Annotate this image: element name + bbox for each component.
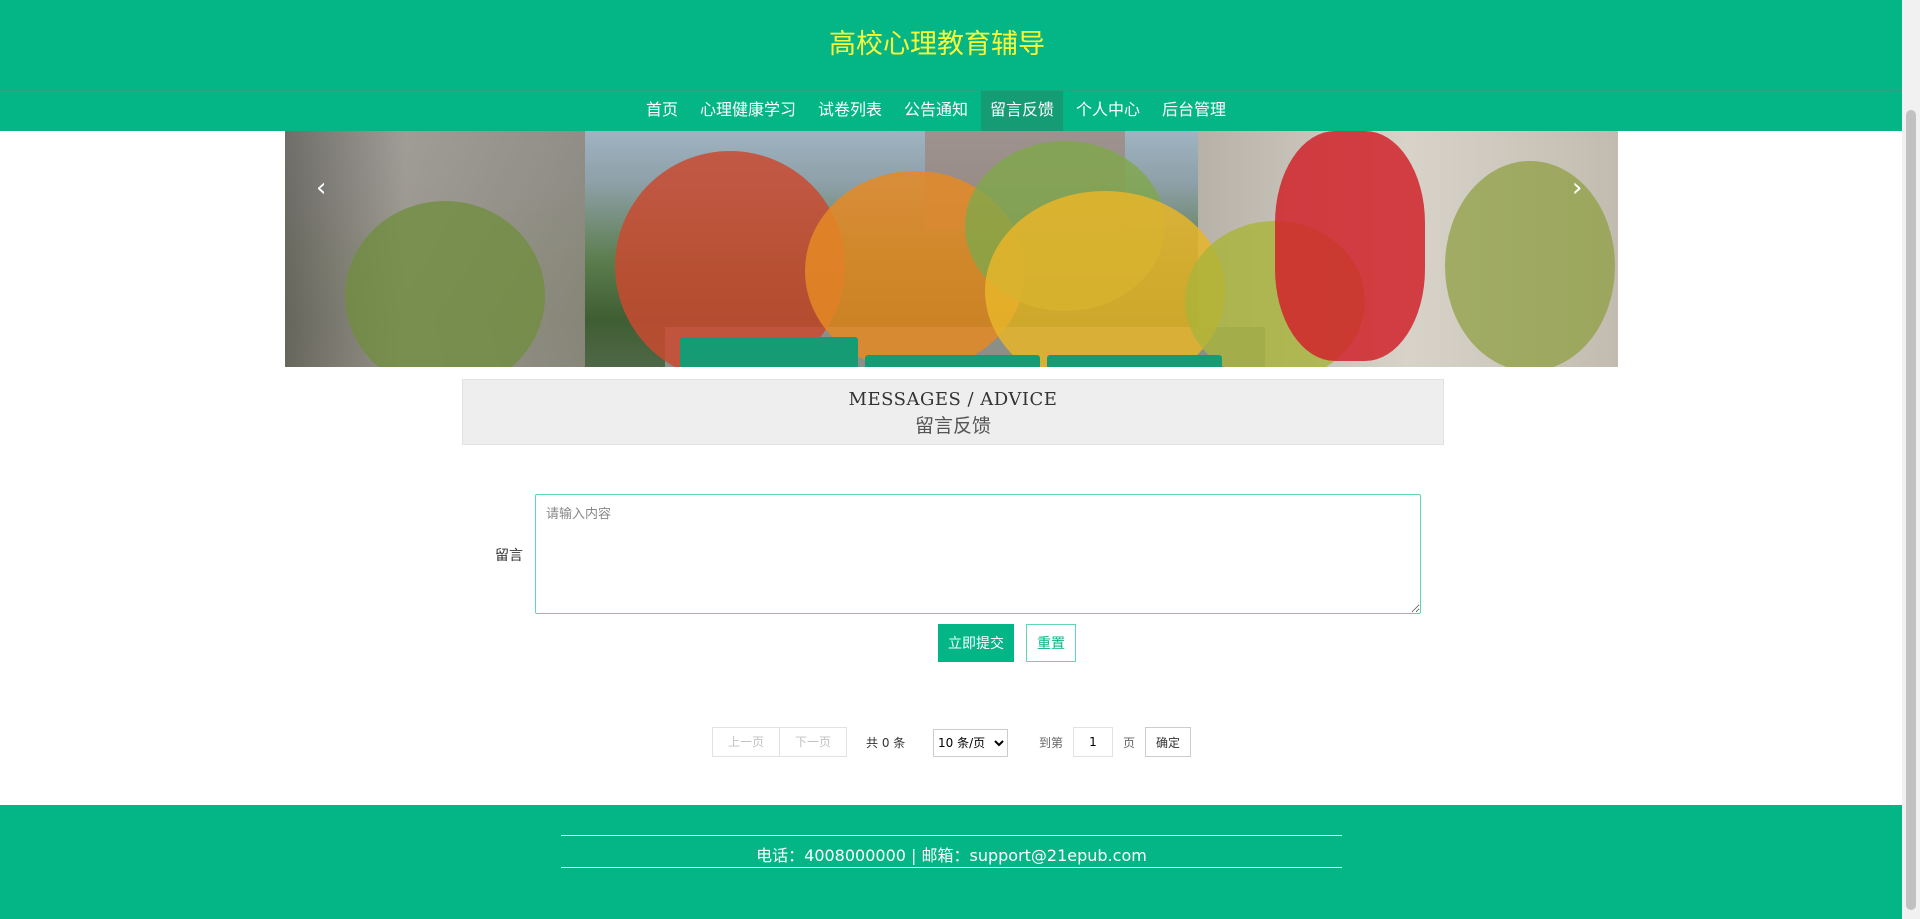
banner-tree xyxy=(1445,161,1615,367)
nav-item-mental-health[interactable]: 心理健康学习 xyxy=(691,91,805,132)
goto-label: 到第 xyxy=(1039,736,1064,750)
banner-tab[interactable] xyxy=(1047,355,1222,367)
total-count: 共 0 条 xyxy=(866,736,906,750)
nav-item-home[interactable]: 首页 xyxy=(637,91,687,132)
site-header: 高校心理教育辅导 首页 心理健康学习 试卷列表 公告通知 留言反馈 个人中心 后… xyxy=(0,0,1902,132)
page-scrollbar[interactable] xyxy=(1902,0,1920,919)
nav-item-exam-list[interactable]: 试卷列表 xyxy=(809,91,891,132)
section-title-en: MESSAGES / ADVICE xyxy=(848,389,1058,410)
reset-button[interactable]: 重置 xyxy=(1026,624,1076,662)
prev-page-button[interactable]: 上一页 xyxy=(712,727,780,757)
footer-contact: 电话：4008000000 | 邮箱：support@21epub.com xyxy=(756,846,1147,865)
banner-carousel xyxy=(285,131,1618,367)
page-size-select[interactable]: 10 条/页 xyxy=(933,729,1008,757)
site-title: 高校心理教育辅导 xyxy=(829,29,1045,60)
section-title-cn: 留言反馈 xyxy=(914,415,991,437)
main-nav: 首页 心理健康学习 试卷列表 公告通知 留言反馈 个人中心 后台管理 xyxy=(0,90,1902,132)
nav-item-feedback[interactable]: 留言反馈 xyxy=(981,91,1064,132)
footer-divider xyxy=(561,835,1342,836)
next-page-button[interactable]: 下一页 xyxy=(779,727,847,757)
page-suffix: 页 xyxy=(1123,736,1136,750)
submit-button[interactable]: 立即提交 xyxy=(938,624,1014,662)
pagination: 上一页 下一页 共 0 条 10 条/页 到第 页 确定 xyxy=(0,727,1920,757)
banner-tree xyxy=(1275,131,1425,361)
banner-tab[interactable] xyxy=(865,355,1040,367)
carousel-prev-icon[interactable]: ‹ xyxy=(316,175,326,201)
message-textarea[interactable] xyxy=(535,494,1421,614)
goto-confirm-button[interactable]: 确定 xyxy=(1145,727,1191,757)
site-footer: 电话：4008000000 | 邮箱：support@21epub.com xyxy=(0,805,1902,919)
banner-tab[interactable] xyxy=(680,337,858,367)
message-label: 留言 xyxy=(495,548,523,564)
footer-divider xyxy=(561,867,1342,868)
nav-item-profile[interactable]: 个人中心 xyxy=(1067,91,1149,132)
section-title-box: MESSAGES / ADVICE 留言反馈 xyxy=(462,379,1444,445)
nav-item-admin[interactable]: 后台管理 xyxy=(1153,91,1235,132)
carousel-next-icon[interactable]: › xyxy=(1572,175,1582,201)
nav-item-announcements[interactable]: 公告通知 xyxy=(895,91,977,132)
goto-page-input[interactable] xyxy=(1073,727,1113,757)
scrollbar-thumb[interactable] xyxy=(1906,110,1916,910)
